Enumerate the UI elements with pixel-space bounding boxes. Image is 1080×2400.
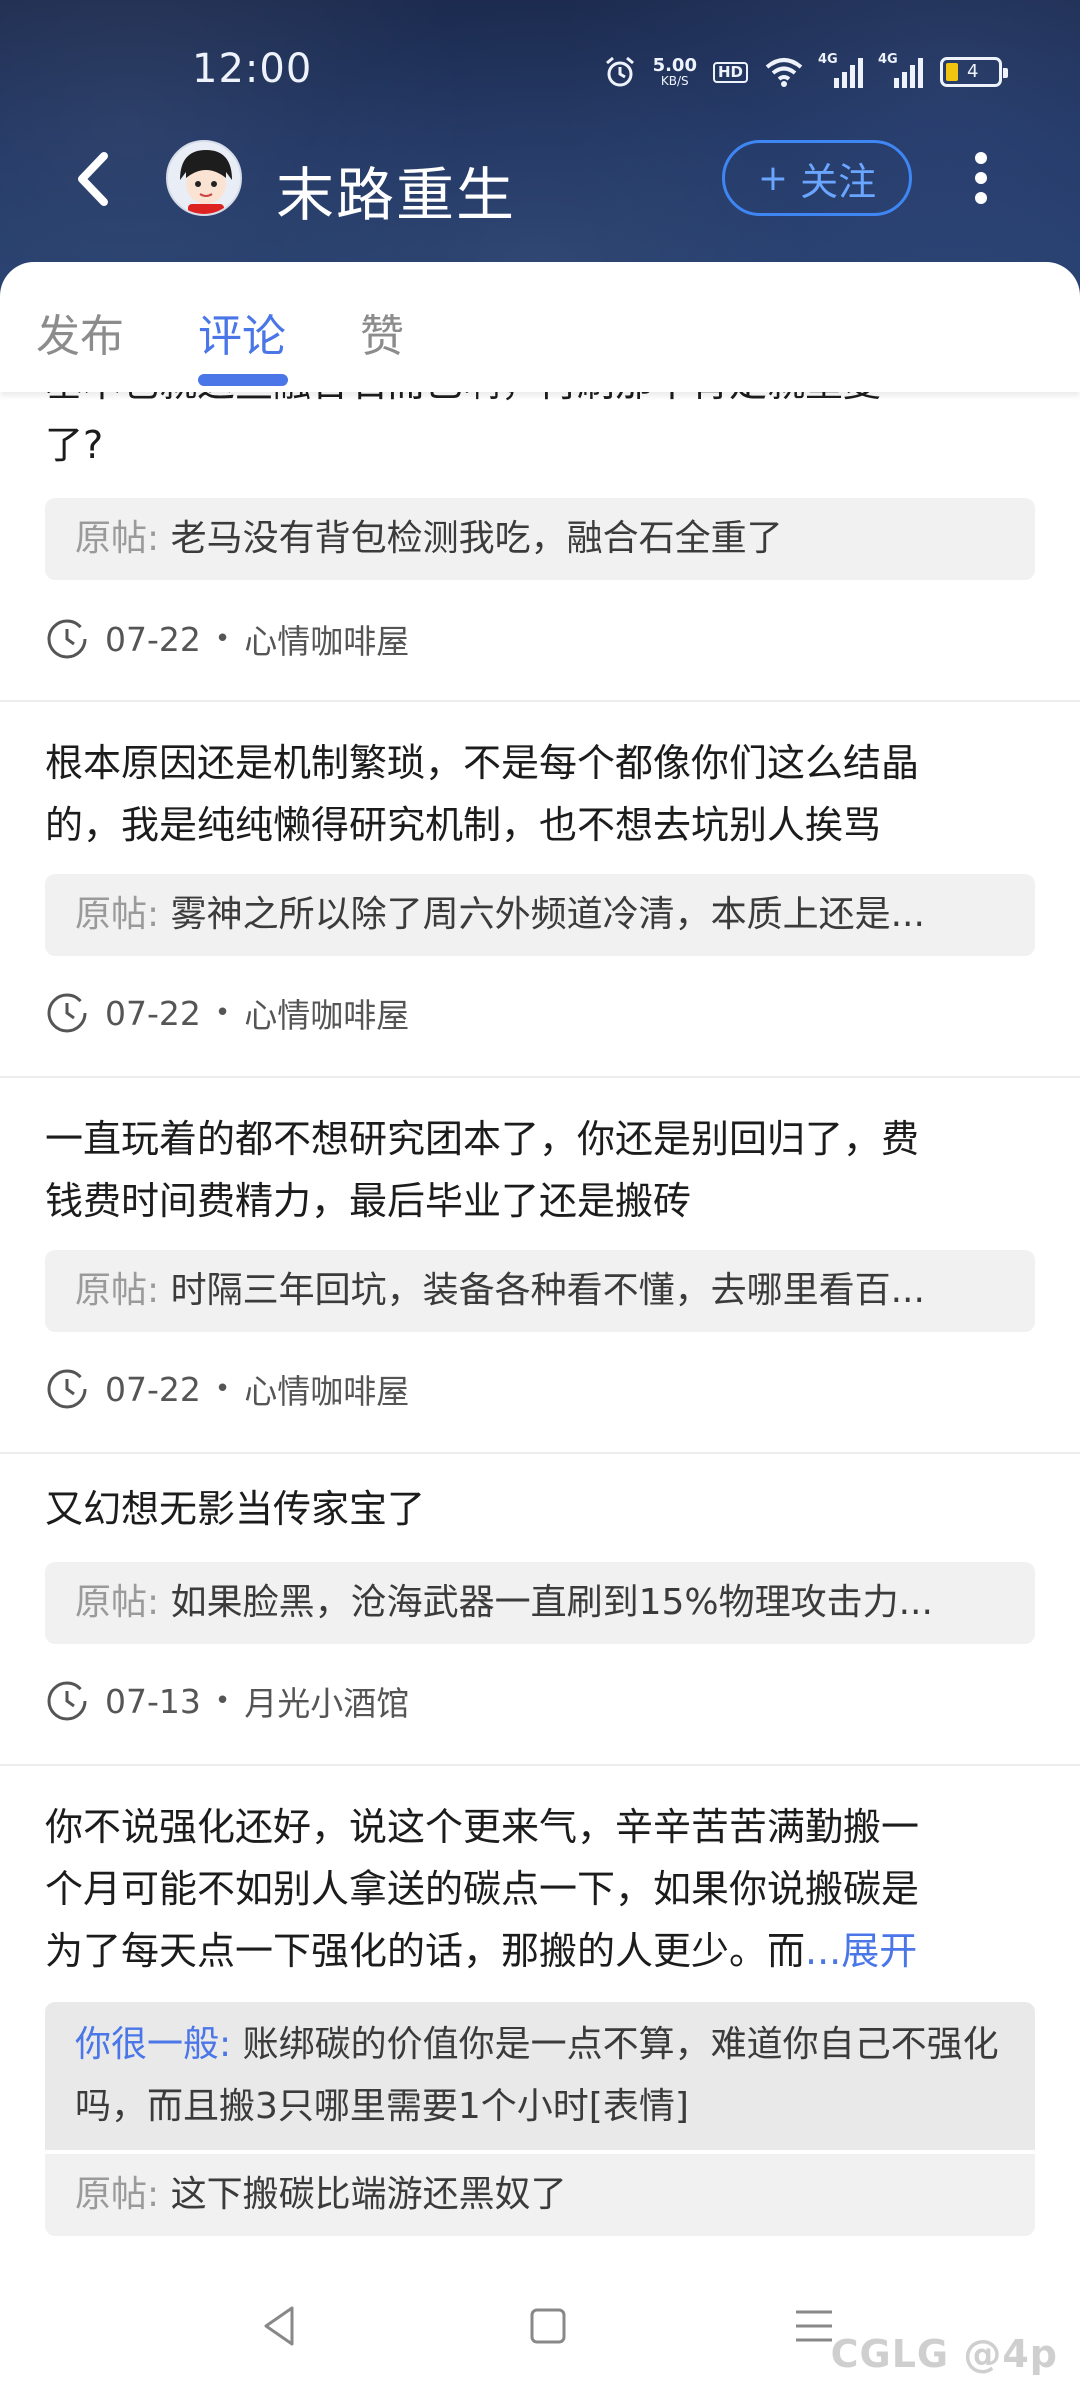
comment-meta: 07-22 • 心情咖啡屋 (45, 1364, 409, 1414)
quote-prefix: 原帖: (75, 1582, 160, 1623)
comment-item[interactable]: 你不说强化还好，说这个更来气，辛辛苦苦满勤搬一 个月可能不如别人拿送的碳点一下，… (0, 1766, 1080, 2246)
follow-plus: + (757, 157, 789, 199)
back-arrow-icon[interactable] (60, 144, 130, 214)
profile-name: 末路重生 (276, 161, 517, 229)
meta-separator: • (214, 624, 231, 654)
quote-text: 老马没有背包检测我吃，融合石全重了 (170, 518, 783, 559)
quote-text: 雾神之所以除了周六外频道冷清，本质上还是... (170, 894, 925, 935)
clock-icon (47, 1681, 87, 1721)
comment-text: 根本原因还是机制繁琐，不是每个都像你们这么结晶 的，我是纯纯懒得研究机制，也不想… (45, 732, 1035, 856)
net-speed-value: 5.00 (652, 55, 697, 76)
comment-line: 一直玩着的都不想研究团本了，你还是别回归了，费 (45, 1117, 920, 1161)
comment-line: 基本也就这些融合石而已啊，再刷那不肯定就重复 (45, 392, 1035, 414)
more-vertical-icon[interactable] (966, 144, 996, 214)
original-post-quote[interactable]: 原帖: 老马没有背包检测我吃，融合石全重了 (45, 498, 1035, 580)
comment-text: 一直玩着的都不想研究团本了，你还是别回归了，费 钱费时间费精力，最后毕业了还是搬… (45, 1108, 1035, 1232)
comment-line: 根本原因还是机制繁琐，不是每个都像你们这么结晶 (45, 741, 920, 785)
reply-block[interactable]: 你很一般: 账绑碳的价值你是一点不算，难道你自己不强化吗，而且搬3只哪里需要1个… (45, 2002, 1035, 2150)
comment-date: 07-22 (105, 619, 201, 659)
follow-label: 关注 (800, 159, 877, 204)
expand-link[interactable]: ...展开 (805, 1929, 917, 1973)
status-time: 12:00 (192, 46, 313, 92)
comment-text: 又幻想无影当传家宝了 (45, 1478, 1035, 1540)
quote-prefix: 原帖: (75, 518, 160, 559)
original-post-quote[interactable]: 原帖: 雾神之所以除了周六外频道冷清，本质上还是... (45, 874, 1035, 956)
comment-item[interactable]: 根本原因还是机制繁琐，不是每个都像你们这么结晶 的，我是纯纯懒得研究机制，也不想… (0, 702, 1080, 1078)
comment-item[interactable]: 又幻想无影当传家宝了 原帖: 如果脸黑，沧海武器一直刷到15%物理攻击力... … (0, 1454, 1080, 1766)
net-speed-unit: KB/S (660, 74, 689, 88)
sim1-label: 4G (818, 52, 838, 67)
comment-channel[interactable]: 心情咖啡屋 (244, 989, 409, 1037)
avatar[interactable] (166, 140, 242, 216)
comment-line: 为了每天点一下强化的话，那搬的人更少。而...展开 (45, 1920, 1035, 1982)
comment-meta: 07-22 • 心情咖啡屋 (45, 988, 409, 1038)
battery-level: 4 (967, 61, 979, 82)
comment-item[interactable]: 一直玩着的都不想研究团本了，你还是别回归了，费 钱费时间费精力，最后毕业了还是搬… (0, 1078, 1080, 1454)
tab-bar: 发布 评论 赞 (0, 262, 1080, 392)
comment-item[interactable]: 基本也就这些融合石而已啊，再刷那不肯定就重复 了? 原帖: 老马没有背包检测我吃… (0, 392, 1080, 702)
comment-channel[interactable]: 月光小酒馆 (244, 1677, 409, 1725)
comment-line: 又幻想无影当传家宝了 (45, 1487, 426, 1531)
comment-channel[interactable]: 心情咖啡屋 (244, 1365, 409, 1413)
profile-nav-row: 末路重生 + 关注 (0, 130, 1080, 230)
comment-meta: 07-13 • 月光小酒馆 (45, 1676, 409, 1726)
comment-date: 07-13 (105, 1681, 201, 1721)
comment-line-text: 为了每天点一下强化的话，那搬的人更少。而 (45, 1929, 806, 1973)
comment-feed[interactable]: 基本也就这些融合石而已啊，再刷那不肯定就重复 了? 原帖: 老马没有背包检测我吃… (0, 392, 1080, 2252)
comment-channel[interactable]: 心情咖啡屋 (244, 615, 409, 663)
signal-sim1-icon: 4G (818, 52, 864, 88)
quote-prefix: 原帖: (75, 2174, 160, 2215)
comment-line: 你不说强化还好，说这个更来气，辛辛苦苦满勤搬一 (45, 1805, 920, 1849)
clock-icon (47, 619, 87, 659)
square-home-icon[interactable] (518, 2296, 578, 2356)
comment-line: 个月可能不如别人拿送的碳点一下，如果你说搬碳是 (45, 1867, 920, 1911)
sim2-label: 4G (878, 52, 898, 67)
comment-text: 你不说强化还好，说这个更来气，辛辛苦苦满勤搬一 个月可能不如别人拿送的碳点一下，… (45, 1796, 1035, 1982)
net-speed: 5.00 KB/S (652, 55, 697, 88)
comment-date: 07-22 (105, 1369, 201, 1409)
meta-separator: • (214, 1686, 231, 1716)
original-post-quote[interactable]: 原帖: 这下搬碳比端游还黑奴了 (45, 2154, 1035, 2236)
tab-likes[interactable]: 赞 (360, 300, 404, 364)
comment-line: 了? (45, 423, 104, 467)
quote-prefix: 原帖: (75, 1270, 160, 1311)
signal-sim2-icon: 4G (878, 52, 924, 88)
status-bar: 12:00 5.00 KB/S HD 4G 4G 4 (0, 40, 1080, 100)
quote-text: 这下搬碳比端游还黑奴了 (170, 2174, 567, 2215)
original-post-quote[interactable]: 原帖: 时隔三年回坑，装备各种看不懂，去哪里看百... (45, 1250, 1035, 1332)
profile-header: 12:00 5.00 KB/S HD 4G 4G 4 末路重生 + 关注 (0, 0, 1080, 300)
quote-text: 如果脸黑，沧海武器一直刷到15%物理攻击力... (170, 1582, 933, 1623)
comment-meta: 07-22 • 心情咖啡屋 (45, 614, 409, 664)
comment-text: 基本也就这些融合石而已啊，再刷那不肯定就重复 了? (45, 392, 1035, 476)
alarm-icon (605, 56, 634, 87)
wifi-icon (765, 58, 803, 87)
clock-icon (47, 993, 87, 1033)
meta-separator: • (214, 1374, 231, 1404)
battery-icon: 4 (940, 57, 1008, 87)
reply-author[interactable]: 你很一般: (75, 2024, 231, 2065)
hd-badge: HD (712, 61, 748, 83)
meta-separator: • (214, 998, 231, 1028)
tab-comments[interactable]: 评论 (198, 300, 286, 364)
quote-text: 时隔三年回坑，装备各种看不懂，去哪里看百... (170, 1270, 925, 1311)
comment-line: 的，我是纯纯懒得研究机制，也不想去坑别人挨骂 (45, 803, 882, 847)
tab-publish[interactable]: 发布 (36, 300, 124, 364)
original-post-quote[interactable]: 原帖: 如果脸黑，沧海武器一直刷到15%物理攻击力... (45, 1562, 1035, 1644)
clock-icon (47, 1369, 87, 1409)
comment-line: 钱费时间费精力，最后毕业了还是搬砖 (45, 1179, 692, 1223)
avatar-face-icon (168, 142, 240, 214)
system-nav-bar: CGLG @4p (0, 2252, 1080, 2400)
triangle-back-icon[interactable] (250, 2296, 310, 2356)
quote-prefix: 原帖: (75, 894, 160, 935)
active-tab-indicator (198, 374, 288, 386)
comment-date: 07-22 (105, 993, 201, 1033)
follow-button[interactable]: + 关注 (722, 140, 912, 216)
status-icons: 5.00 KB/S HD 4G 4G 4 (603, 52, 1008, 92)
watermark: CGLG @4p (830, 2332, 1058, 2376)
